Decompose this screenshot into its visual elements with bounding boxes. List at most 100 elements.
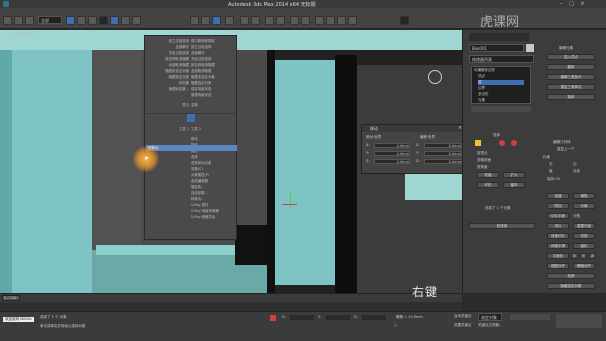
planar-z-button[interactable]: Z xyxy=(589,253,596,259)
selection-filter-dropdown[interactable]: 全部 xyxy=(38,16,62,24)
flip-button[interactable]: 翻转 xyxy=(547,64,595,70)
polygon-mode-icon[interactable] xyxy=(511,140,517,146)
checkbox-by-vertex[interactable]: 按顶点 xyxy=(477,151,488,156)
menu-item[interactable]: 冻结当前选择 xyxy=(191,56,236,61)
view-align-button[interactable]: 视图对齐 xyxy=(547,263,569,269)
curve-editor-icon[interactable] xyxy=(290,16,299,25)
make-planar-button[interactable]: 平面化 xyxy=(547,253,569,259)
menu-item[interactable]: 孤立当前选择 xyxy=(191,44,236,49)
playback-controls[interactable] xyxy=(510,314,550,320)
viewcube-icon[interactable] xyxy=(428,70,442,84)
soft-selection-rollout[interactable]: 软选择 xyxy=(469,223,535,229)
mirror-icon[interactable] xyxy=(240,16,249,25)
menu-item[interactable]: 对象属性(P) xyxy=(191,172,236,177)
render-setup-icon[interactable] xyxy=(326,16,335,25)
menu-item[interactable]: 冻结当前选择 xyxy=(147,50,189,55)
abs-z-field[interactable]: 0.0mm xyxy=(374,159,410,164)
edit-triangulation-button[interactable]: 编辑三角剖分 xyxy=(547,74,595,80)
menu-item[interactable]: 全部解冻 xyxy=(191,50,236,55)
insert-vertex-button[interactable]: 插入顶点 xyxy=(547,54,595,60)
viewport-config-icon[interactable] xyxy=(400,16,409,25)
stack-item[interactable]: 边界 xyxy=(478,86,524,91)
stack-item[interactable]: 多边形 xyxy=(478,92,524,97)
stack-item[interactable]: 可编辑多边形 xyxy=(474,68,528,73)
menu-item[interactable]: 选择类似对象 xyxy=(191,160,236,165)
menu-item[interactable]: 隐藏未选定对象 xyxy=(191,74,236,79)
planar-y-button[interactable]: Y xyxy=(580,253,587,259)
render-icon[interactable] xyxy=(348,16,357,25)
select-move-icon[interactable] xyxy=(110,16,119,25)
coord-y-field[interactable] xyxy=(326,315,350,320)
menu-item-highlighted[interactable]: 转换为: xyxy=(146,145,237,151)
split-checkbox[interactable]: 分割 xyxy=(573,214,580,219)
menu-item[interactable]: 连线参数... xyxy=(191,190,236,195)
menu-item[interactable]: 按名称取消隐藏 xyxy=(191,62,236,67)
slice-plane-button[interactable]: 切片平面 xyxy=(547,213,569,219)
turn-button[interactable]: 旋转 xyxy=(547,94,595,100)
slice-button[interactable]: 切片 xyxy=(547,223,569,229)
relax-button[interactable]: 松弛 xyxy=(547,273,595,279)
stack-tools[interactable] xyxy=(471,106,531,112)
menu-item[interactable]: V-Ray 场景转换器 xyxy=(191,208,236,213)
gizmo-y-axis[interactable] xyxy=(290,190,291,210)
modifier-list-dropdown[interactable]: 修改器列表 xyxy=(469,55,534,63)
angle-snap-icon[interactable] xyxy=(201,16,210,25)
constraint-face[interactable]: 面 xyxy=(549,169,553,174)
select-by-name-icon[interactable] xyxy=(77,16,86,25)
create-button[interactable]: 创建 xyxy=(547,193,569,199)
offset-z-field[interactable]: 0.0mm xyxy=(424,159,462,164)
menu-item[interactable]: 管理场景状态 xyxy=(191,92,236,97)
retriangulate-button[interactable]: 重复三角算法 xyxy=(547,84,595,90)
menu-item[interactable]: V-Ray 属性 xyxy=(191,202,236,207)
maximize-icon[interactable]: □ xyxy=(569,1,574,7)
stack-item[interactable]: 元素 xyxy=(478,98,524,103)
window-crossing-icon[interactable] xyxy=(99,16,108,25)
schematic-view-icon[interactable] xyxy=(301,16,310,25)
edge-mode-icon[interactable] xyxy=(499,140,505,146)
stack-item[interactable]: 顶点 xyxy=(478,74,524,79)
rollout-title[interactable]: 编辑几何体 xyxy=(553,140,571,145)
tessellate-button[interactable]: 细化 xyxy=(573,243,595,249)
maxscript-listener[interactable]: 欢迎使用 MAXSc xyxy=(3,317,35,322)
percent-snap-icon[interactable] xyxy=(212,16,221,25)
material-editor-icon[interactable] xyxy=(315,16,324,25)
menu-item[interactable]: 克隆(C) xyxy=(191,166,236,171)
preserve-uv-checkbox[interactable]: 保持 UV xyxy=(547,177,560,182)
coord-x-field[interactable] xyxy=(290,315,314,320)
grid-align-button[interactable]: 栅格对齐 xyxy=(573,263,595,269)
cut-button[interactable]: 切割 xyxy=(573,233,595,239)
constraint-edge[interactable]: 边 xyxy=(573,162,577,167)
menu-item[interactable]: 隐藏选定对象 xyxy=(191,80,236,85)
attach-button[interactable]: 附加 xyxy=(547,203,569,209)
select-object-icon[interactable] xyxy=(66,16,75,25)
time-slider[interactable]: 0 / 100 xyxy=(0,293,462,302)
key-filters-button[interactable]: 关键点过滤器... xyxy=(478,323,502,328)
constraint-none[interactable]: 无 xyxy=(549,162,553,167)
menu-item[interactable]: V-Ray 网格导出 xyxy=(191,214,236,219)
menu-item[interactable]: 隐藏未选定对象 xyxy=(147,68,189,73)
dialog-title-bar[interactable]: 移动 × xyxy=(362,125,466,132)
constraint-normal[interactable]: 法线 xyxy=(573,169,580,174)
rect-selection-icon[interactable] xyxy=(88,16,97,25)
menu-item[interactable]: 隐藏选定对象 xyxy=(147,74,189,79)
planar-x-button[interactable]: X xyxy=(571,253,578,259)
reset-plane-button[interactable]: 重置平面 xyxy=(573,223,595,229)
selection-rollout-title[interactable]: 选择 xyxy=(493,133,500,138)
spinner-snap-icon[interactable] xyxy=(225,16,234,25)
offset-y-field[interactable]: 0.0mm xyxy=(424,151,462,156)
menu-item[interactable]: 全部解冻 xyxy=(147,44,189,49)
vertex-mode-icon[interactable] xyxy=(475,140,481,146)
lock-selection-icon[interactable] xyxy=(270,315,276,321)
menu-item[interactable]: 视口照明和阴影 xyxy=(191,38,236,43)
menu-item[interactable]: 全部取消隐藏 xyxy=(191,68,236,73)
menu-item[interactable]: 转换为: xyxy=(191,196,236,201)
select-scale-icon[interactable] xyxy=(132,16,141,25)
viewport-label[interactable]: [+] [透视] [真实] xyxy=(6,32,37,38)
render-frame-icon[interactable] xyxy=(337,16,346,25)
set-key-button[interactable]: 设置关键点 xyxy=(454,323,472,328)
add-time-tag[interactable]: ⏱ xyxy=(394,324,397,328)
loop-button[interactable]: 循环 xyxy=(503,182,525,188)
snap-toggle-icon[interactable] xyxy=(190,16,199,25)
hide-selected-button[interactable]: 隐藏选定对象 xyxy=(547,283,595,289)
menu-item[interactable]: 保存场景状态 xyxy=(191,86,236,91)
